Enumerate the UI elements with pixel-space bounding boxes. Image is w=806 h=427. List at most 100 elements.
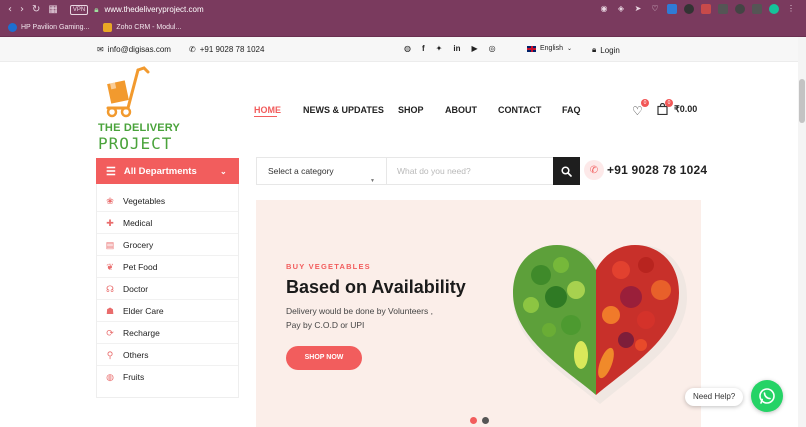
address-bar[interactable]: VPN 🔒︎ www.thedeliveryproject.com [69, 4, 204, 15]
hero-title: Based on Availability [286, 277, 466, 297]
uk-flag-icon [527, 45, 536, 52]
nav-about[interactable]: ABOUT [445, 105, 477, 115]
send-icon[interactable]: ➤ [633, 4, 643, 14]
chevron-down-icon: ⌄ [220, 166, 227, 176]
paw-icon: ❦ [106, 261, 114, 272]
wishlist-count-badge: 0 [641, 99, 649, 107]
twitter-icon[interactable]: ✦ [436, 44, 443, 53]
email-text: info@digisas.com [107, 45, 171, 54]
tabs-grid-icon[interactable]: ▦ [48, 4, 57, 15]
grammarly-icon[interactable] [769, 4, 779, 14]
heart-icon[interactable]: ♡ [650, 4, 660, 14]
forward-icon[interactable]: › [20, 4, 24, 15]
hero-banner: BUY VEGETABLES Based on Availability Del… [256, 200, 701, 427]
department-item-pet-food[interactable]: ❦ Pet Food [97, 256, 238, 278]
nav-shop[interactable]: SHOP [398, 105, 424, 115]
department-item-medical[interactable]: ✚ Medical [97, 212, 238, 234]
shield-icon[interactable]: ◈ [616, 4, 626, 14]
wishlist-button[interactable]: ♡ 0 [632, 99, 649, 118]
department-item-elder-care[interactable]: ☗ Elder Care [97, 300, 238, 322]
category-select[interactable]: Select a category ▼ [257, 158, 387, 184]
bookmarks-bar: HP Pavilion Gaming... Zoho CRM - Modul..… [0, 19, 806, 37]
departments-list: ❀ Vegetables ✚ Medical ▤ Grocery ❦ Pet F… [96, 184, 239, 398]
phone-link[interactable]: ✆ +91 9028 78 1024 [189, 45, 264, 54]
facebook-icon[interactable]: f [422, 44, 425, 53]
bookmark-item[interactable]: Zoho CRM - Modul... [103, 23, 181, 32]
reload-icon[interactable]: ↻ [32, 4, 40, 15]
nav-news-updates[interactable]: NEWS & UPDATES [303, 105, 384, 115]
instagram-icon[interactable]: ◎ [489, 44, 496, 53]
vpn-badge[interactable]: VPN [69, 4, 89, 15]
email-link[interactable]: ✉ info@digisas.com [97, 45, 171, 54]
vegetable-icon: ❀ [106, 195, 114, 206]
bookmark-item[interactable]: HP Pavilion Gaming... [8, 23, 89, 32]
browser-toolbar: ‹ › ↻ ▦ VPN 🔒︎ www.thedeliveryproject.co… [0, 0, 806, 19]
department-item-fruits[interactable]: ◍ Fruits [97, 366, 238, 388]
department-item-grocery[interactable]: ▤ Grocery [97, 234, 238, 256]
nav-faq[interactable]: FAQ [562, 105, 581, 115]
hero-description: Delivery would be done by Volunteers , P… [286, 306, 433, 330]
department-label: Others [123, 349, 149, 360]
youtube-icon[interactable]: ▶ [471, 44, 477, 53]
scrollbar-thumb[interactable] [799, 79, 805, 123]
extension-icon[interactable] [735, 4, 745, 14]
language-selector[interactable]: English ⌄ [527, 45, 572, 52]
bookmark-label: Zoho CRM - Modul... [116, 24, 182, 31]
category-select-label: Select a category [268, 166, 334, 176]
whatsapp-button[interactable] [751, 380, 783, 412]
all-departments-toggle[interactable]: ☰ All Departments ⌄ [96, 158, 239, 184]
department-label: Fruits [123, 372, 145, 382]
site-logo[interactable]: THE DELIVERY PROJECT [98, 66, 190, 153]
extension-icon[interactable] [701, 4, 711, 14]
page-scrollbar[interactable] [798, 37, 806, 427]
extension-icon[interactable] [752, 4, 762, 14]
lock-icon: 🔒︎ [592, 45, 597, 54]
globe-icon[interactable]: ◍ [404, 44, 411, 53]
carousel-dot-active[interactable] [470, 417, 477, 424]
department-label: Vegetables [123, 195, 166, 206]
camera-icon[interactable]: ◉ [599, 4, 609, 14]
department-item-doctor[interactable]: ☊ Doctor [97, 278, 238, 300]
cart-button[interactable]: 0 ₹0.00 [657, 99, 703, 116]
department-item-vegetables[interactable]: ❀ Vegetables [97, 190, 238, 212]
carousel-dot[interactable] [482, 417, 489, 424]
url-text[interactable]: www.thedeliveryproject.com [104, 5, 203, 14]
logo-line1: THE DELIVERY [98, 122, 181, 134]
menu-icon[interactable]: ⋮ [786, 4, 796, 14]
shop-now-button[interactable]: SHOP NOW [286, 346, 362, 370]
login-link[interactable]: 🔒︎ Login [592, 45, 620, 55]
hamburger-icon: ☰ [106, 165, 116, 178]
search-input[interactable] [388, 158, 553, 184]
chevron-down-icon: ⌄ [566, 46, 572, 52]
need-help-label[interactable]: Need Help? [685, 388, 744, 406]
cart-total: ₹0.00 [674, 104, 698, 114]
cart-count-badge: 0 [665, 99, 673, 107]
top-info-bar: ✉ info@digisas.com ✆ +91 9028 78 1024 ◍ … [0, 37, 806, 62]
extension-icon[interactable] [718, 4, 728, 14]
whatsapp-icon [759, 388, 775, 404]
heart-icon: ♡ [632, 104, 643, 118]
nav-contact[interactable]: CONTACT [498, 105, 541, 115]
nav-underline [254, 116, 277, 117]
department-label: Pet Food [123, 261, 158, 272]
department-item-others[interactable]: ⚲ Others [97, 344, 238, 366]
search-icon [561, 165, 572, 177]
nav-home[interactable]: HOME [254, 105, 281, 115]
login-label: Login [600, 45, 620, 55]
search-button[interactable] [553, 157, 580, 185]
linkedin-icon[interactable]: in [453, 44, 460, 53]
carousel-dots [470, 417, 489, 424]
department-label: Elder Care [123, 305, 164, 316]
department-item-recharge[interactable]: ⟳ Recharge [97, 322, 238, 344]
delivery-cart-icon [106, 66, 150, 118]
search-bar: Select a category ▼ [256, 157, 580, 185]
stethoscope-icon: ☊ [106, 283, 114, 294]
department-label: Medical [123, 217, 153, 228]
lock-icon: 🔒︎ [94, 4, 99, 14]
extension-icon[interactable] [667, 4, 677, 14]
logo-line2: PROJECT [98, 134, 173, 153]
contact-phone[interactable]: +91 9028 78 1024 [607, 163, 707, 177]
browser-nav: ‹ › ↻ ▦ [0, 4, 58, 15]
back-icon[interactable]: ‹ [8, 4, 12, 15]
extension-icon[interactable] [684, 4, 694, 14]
